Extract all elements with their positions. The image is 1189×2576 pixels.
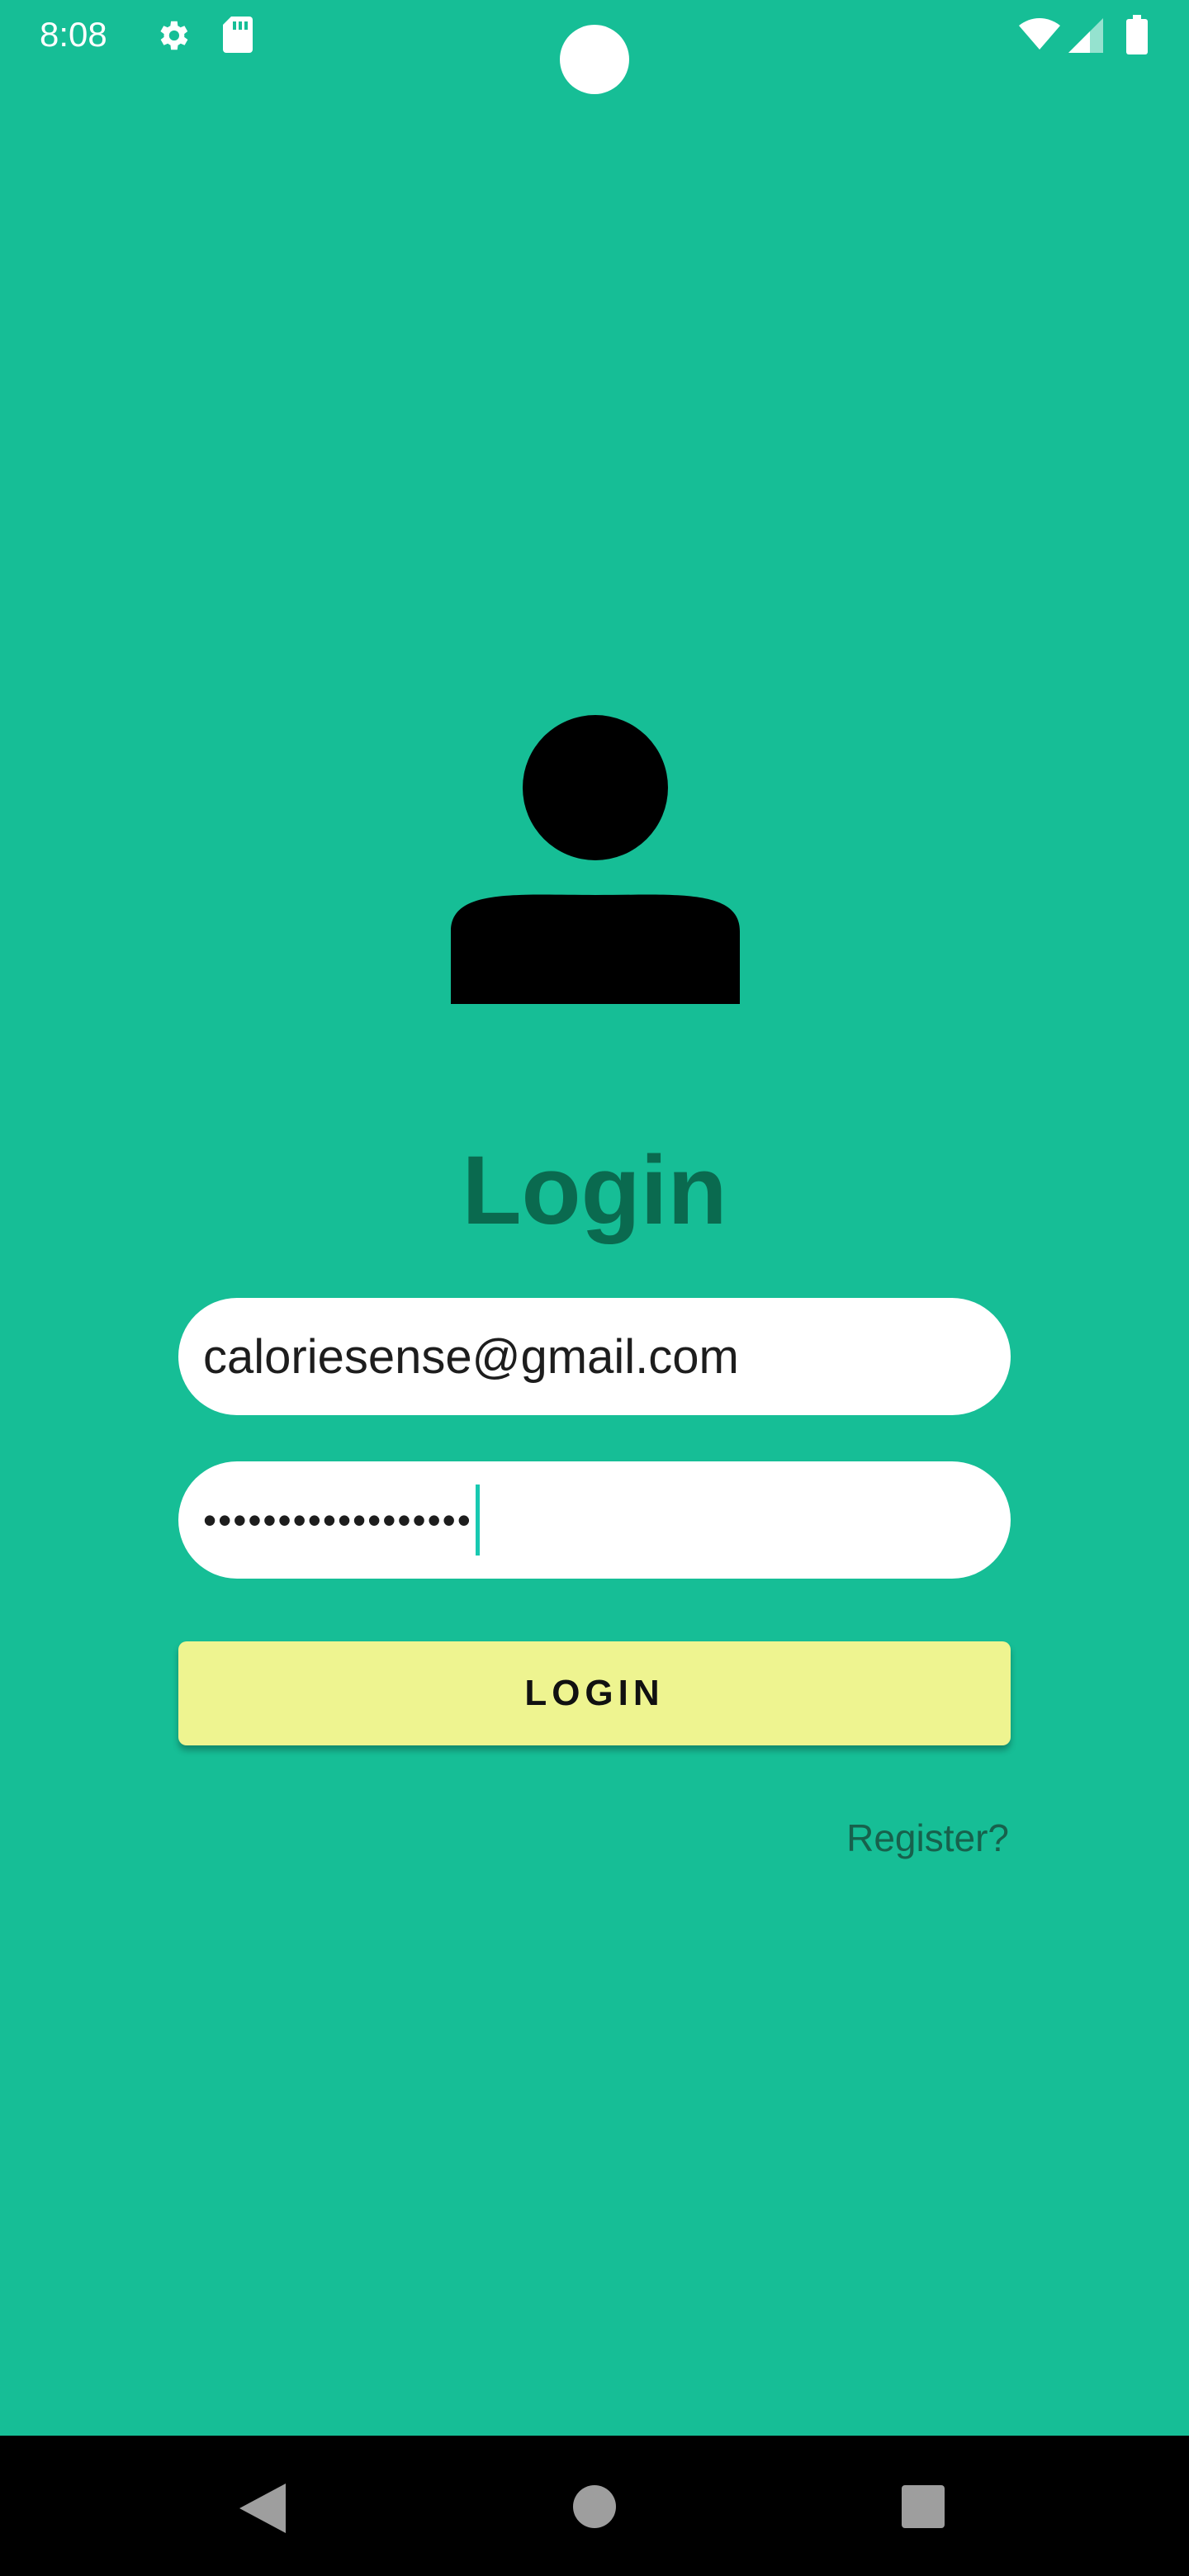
gear-icon bbox=[154, 17, 192, 59]
sd-card-icon bbox=[221, 15, 254, 59]
page-title: Login bbox=[462, 1136, 727, 1245]
signal-icon bbox=[1068, 18, 1103, 57]
user-avatar-icon bbox=[451, 715, 740, 1004]
back-icon[interactable] bbox=[239, 2484, 286, 2537]
email-field[interactable]: caloriesense@gmail.com bbox=[178, 1298, 1011, 1415]
recents-icon[interactable] bbox=[902, 2485, 945, 2532]
camera-cutout bbox=[560, 25, 629, 94]
login-button[interactable]: LOGIN bbox=[178, 1641, 1011, 1745]
text-caret bbox=[475, 1485, 480, 1556]
battery-icon bbox=[1126, 15, 1148, 59]
password-value: •••••••••••••••••• bbox=[203, 1499, 472, 1541]
status-time: 8:08 bbox=[40, 15, 107, 54]
password-field[interactable]: •••••••••••••••••• bbox=[178, 1461, 1011, 1579]
register-link[interactable]: Register? bbox=[846, 1813, 1009, 1863]
navigation-bar bbox=[0, 2436, 1189, 2576]
email-value: caloriesense@gmail.com bbox=[203, 1329, 739, 1384]
home-icon[interactable] bbox=[573, 2485, 616, 2532]
wifi-icon bbox=[1019, 18, 1060, 55]
